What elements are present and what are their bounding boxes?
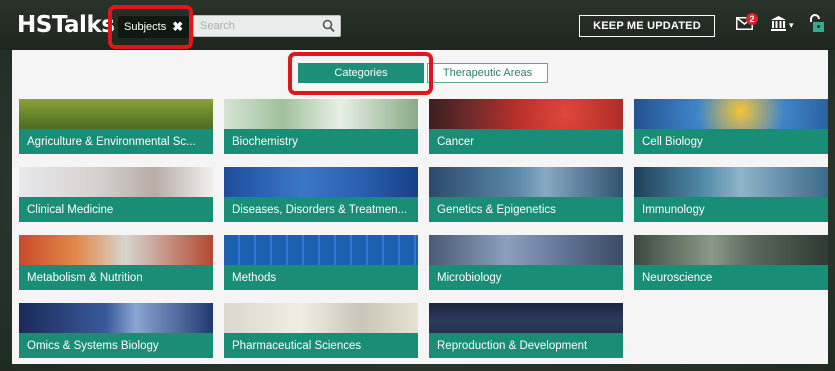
category-image: [224, 99, 418, 129]
category-tile[interactable]: Biochemistry: [224, 99, 418, 154]
category-label: Methods: [224, 265, 418, 290]
tabs-highlight-box: [288, 52, 433, 95]
subjects-highlight-box: [108, 5, 193, 49]
category-label: Clinical Medicine: [19, 197, 213, 222]
category-label: Genetics & Epigenetics: [429, 197, 623, 222]
category-image: [429, 167, 623, 197]
chevron-down-icon[interactable]: ▾: [789, 20, 794, 31]
category-label: Immunology: [634, 197, 828, 222]
category-image: [224, 235, 418, 265]
category-label: Cell Biology: [634, 129, 828, 154]
category-tile[interactable]: Clinical Medicine: [19, 167, 213, 222]
keep-me-updated-button[interactable]: KEEP ME UPDATED: [579, 15, 715, 37]
category-tile[interactable]: Diseases, Disorders & Treatmen...: [224, 167, 418, 222]
tab-therapeutic-areas[interactable]: Therapeutic Areas: [427, 63, 548, 83]
notification-badge: 2: [746, 13, 758, 25]
category-tile[interactable]: Genetics & Epigenetics: [429, 167, 623, 222]
category-label: Omics & Systems Biology: [19, 333, 213, 358]
category-image: [429, 99, 623, 129]
unlock-icon[interactable]: [808, 14, 825, 33]
category-image: [224, 167, 418, 197]
category-tile[interactable]: Methods: [224, 235, 418, 290]
category-tile[interactable]: Microbiology: [429, 235, 623, 290]
category-tile[interactable]: Cancer: [429, 99, 623, 154]
category-image: [634, 99, 828, 129]
category-label: Pharmaceutical Sciences: [224, 333, 418, 358]
category-label: Metabolism & Nutrition: [19, 265, 213, 290]
search-box: [193, 15, 341, 37]
category-image: [19, 99, 213, 129]
category-tile[interactable]: Immunology: [634, 167, 828, 222]
category-image: [634, 167, 828, 197]
category-tile[interactable]: Reproduction & Development: [429, 303, 623, 358]
category-label: Microbiology: [429, 265, 623, 290]
category-label: Reproduction & Development: [429, 333, 623, 358]
category-image: [634, 235, 828, 265]
category-label: Agriculture & Environmental Sc...: [19, 129, 213, 154]
category-label: Diseases, Disorders & Treatmen...: [224, 197, 418, 222]
category-label: Neuroscience: [634, 265, 828, 290]
category-image: [19, 303, 213, 333]
category-tile[interactable]: Cell Biology: [634, 99, 828, 154]
site-logo[interactable]: HSTalks: [17, 12, 115, 38]
search-input[interactable]: [194, 16, 314, 36]
category-label: Biochemistry: [224, 129, 418, 154]
search-icon[interactable]: [322, 19, 335, 33]
category-image: [429, 303, 623, 333]
category-label: Cancer: [429, 129, 623, 154]
category-tile[interactable]: Neuroscience: [634, 235, 828, 290]
category-tile[interactable]: Metabolism & Nutrition: [19, 235, 213, 290]
category-image: [429, 235, 623, 265]
institution-icon[interactable]: [770, 15, 787, 32]
category-tile[interactable]: Pharmaceutical Sciences: [224, 303, 418, 358]
category-tile[interactable]: Omics & Systems Biology: [19, 303, 213, 358]
category-image: [19, 167, 213, 197]
category-image: [224, 303, 418, 333]
category-tile[interactable]: Agriculture & Environmental Sc...: [19, 99, 213, 154]
category-image: [19, 235, 213, 265]
